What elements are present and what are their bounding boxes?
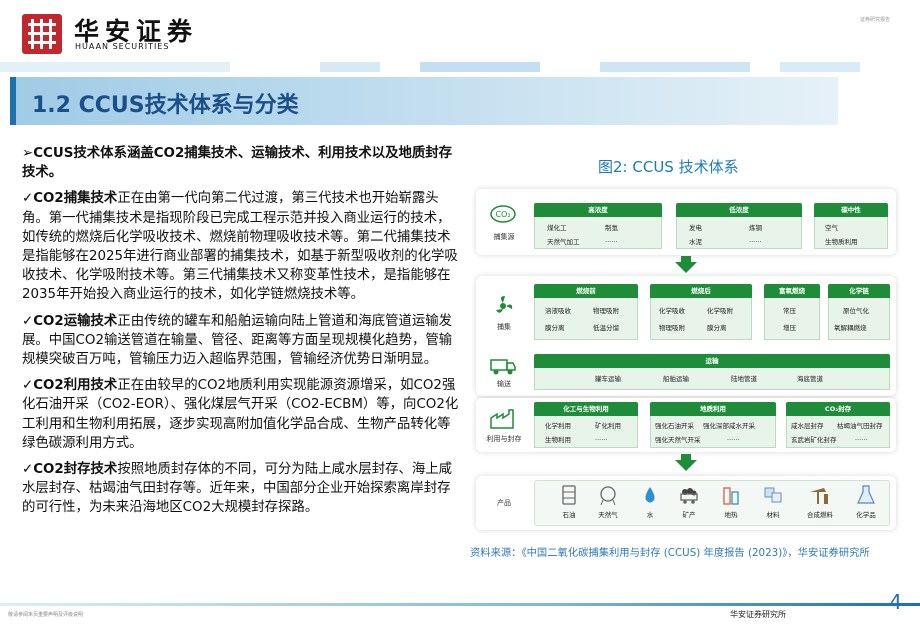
- flow-arrow-2: [675, 460, 697, 471]
- utilization-paragraph: ✓CO2利用技术正在由较早的CO2地质利用实现能源资源增采，如CO2强化石油开采…: [22, 378, 459, 451]
- report-type-note: 证券研究报告: [859, 17, 890, 23]
- oil-barrel-icon: [562, 485, 576, 505]
- use-group-chemical-bio: 化工与生物利用 化学利用 矿化利用 生物利用 ......: [534, 402, 638, 448]
- figure-title: 图2: CCUS 技术体系: [598, 158, 739, 176]
- product-oil: 石油: [554, 484, 584, 519]
- section-label: 捕集源: [493, 233, 515, 241]
- flask-icon: [857, 485, 875, 504]
- footer-institute: 华安证券研究所: [730, 610, 786, 619]
- section-label: 捕集: [497, 323, 511, 331]
- use-group-geological: 地质利用 强化石油开采 强化深部咸水开采 强化天然气开采 ......: [650, 402, 776, 448]
- source-group-low: 低浓度 发电 炼钢 水泥 ......: [676, 203, 802, 249]
- company-name-en: HUAAN SECURITIES: [75, 42, 170, 51]
- source-group-high: 高浓度 煤化工 制氢 天然气加工 ......: [534, 203, 662, 249]
- product-mineral: 矿产: [674, 484, 704, 519]
- water-drop-icon: [645, 487, 655, 503]
- svg-text:CO₂: CO₂: [495, 210, 510, 219]
- product-geothermal: 地热: [716, 484, 746, 519]
- product-synthetic-fuel: 合成燃料: [798, 484, 842, 519]
- capture-group-oxyfuel: 富氧燃烧 常压 增压: [764, 284, 820, 340]
- capture-fan-icon: [496, 296, 513, 313]
- company-logo: [22, 14, 62, 54]
- slide-title: 1.2 CCUS技术体系与分类: [32, 93, 299, 118]
- section-label: 利用与封存: [486, 435, 522, 443]
- page-number: 4: [889, 590, 902, 614]
- body-text: ➢CCUS技术体系涵盖CO2捕集技术、运输技术、利用技术以及地质封存技术。 ✓C…: [22, 144, 462, 525]
- truck-icon: [490, 359, 516, 375]
- capture-source-section: CO₂ 捕集源 高浓度 煤化工 制氢 天然气加工 ...... 低浓度 发电 炼…: [476, 189, 896, 255]
- factory-icon: [490, 409, 514, 429]
- mine-cart-icon: [680, 488, 698, 504]
- gas-tank-icon: [600, 486, 616, 506]
- footer-divider: [0, 603, 920, 606]
- product-gas: 天然气: [592, 484, 624, 519]
- oil-pump-icon: [810, 488, 828, 504]
- transport-paragraph: ✓CO2运输技术正由传统的罐车和船舶运输向陆上管道和海底管道运输发展。中国CO2…: [22, 313, 453, 368]
- materials-icon: [764, 487, 782, 503]
- figure-source-note: 资料来源：《中国二氧化碳捕集利用与封存 (CCUS) 年度报告 (2023)》，…: [470, 547, 870, 559]
- product-materials: 材料: [758, 484, 788, 519]
- geothermal-icon: [723, 487, 739, 505]
- slide-title-bar: 1.2 CCUS技术体系与分类: [10, 77, 838, 125]
- capture-group-postcombustion: 燃烧后 化学吸收 化学吸附 物理吸附 膜分离: [650, 284, 752, 340]
- co2-icon: CO₂: [490, 205, 516, 223]
- capture-group-chemical-looping: 化学链 原位气化 氧解耦燃烧: [828, 284, 890, 340]
- disclaimer-note: 敬请参阅末页重要声明及评级说明: [8, 612, 84, 618]
- capture-transport-section: 捕集 输送 燃烧前 溶液吸收 物理吸附 膜分离 低温分馏 燃烧后 化学吸收 化学…: [476, 276, 896, 396]
- intro-paragraph: ➢CCUS技术体系涵盖CO2捕集技术、运输技术、利用技术以及地质封存技术。: [22, 146, 453, 181]
- product-water: 水: [638, 484, 662, 519]
- section-label: 输送: [497, 380, 511, 388]
- storage-paragraph: ✓CO2封存技术按照地质封存体的不同，可分为陆上咸水层封存、海上咸水层封存、枯竭…: [22, 462, 453, 516]
- use-group-storage: CO₂封存 咸水层封存 枯竭油气田封存 玄武岩矿化封存 ......: [786, 402, 890, 448]
- products-section: 产品 石油 天然气 水 矿产 地热 材料 合成燃料 化学品: [476, 476, 896, 530]
- capture-paragraph: ✓CO2捕集技术正在由第一代向第二代过渡，第三代技术也开始崭露头角。第一代捕集技…: [22, 191, 458, 303]
- product-chemicals: 化学品: [846, 484, 886, 519]
- source-group-neutral: 碳中性 空气 生物质利用: [814, 203, 888, 249]
- capture-group-precombustion: 燃烧前 溶液吸收 物理吸附 膜分离 低温分馏: [534, 284, 638, 340]
- transport-group: 运输 罐车运输 船舶运输 陆地管道 海底管道: [534, 354, 890, 390]
- use-storage-section: 利用与封存 化工与生物利用 化学利用 矿化利用 生物利用 ...... 地质利用…: [476, 398, 896, 452]
- section-label: 产品: [497, 499, 511, 507]
- flow-arrow-1: [675, 262, 697, 273]
